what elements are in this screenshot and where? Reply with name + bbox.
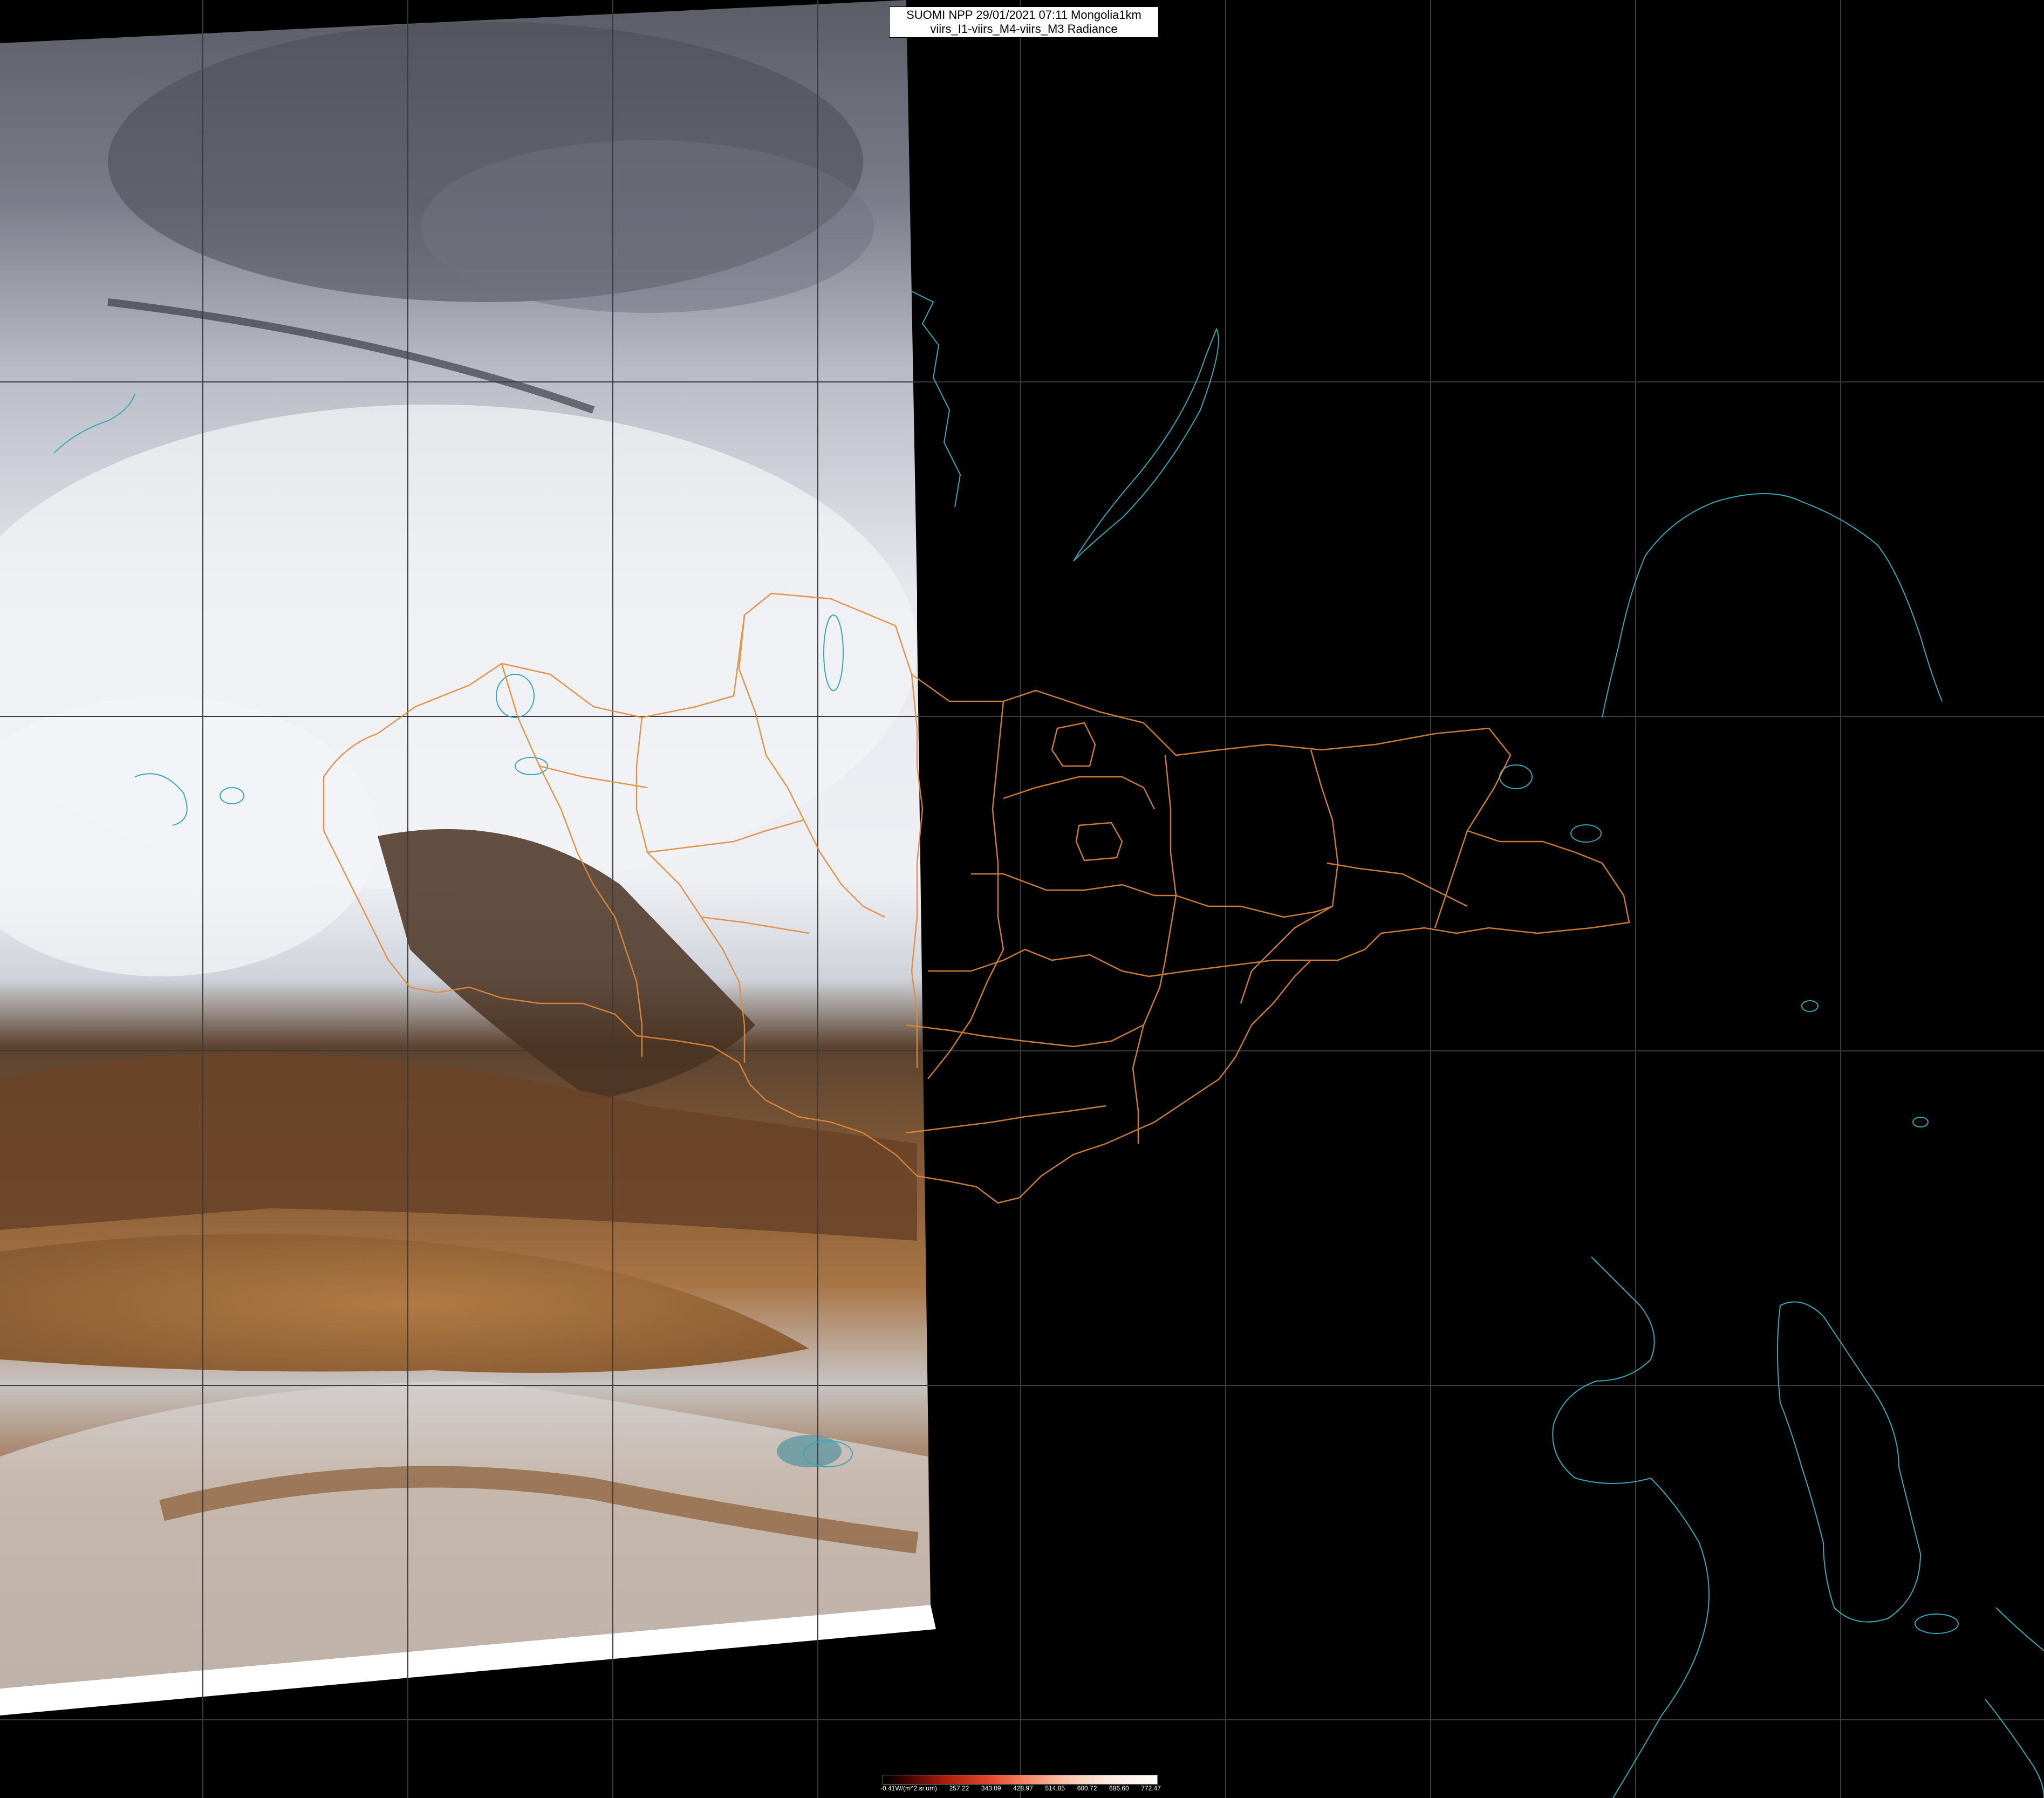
- legend-color-bar: [883, 1775, 1158, 1785]
- radiance-legend: -0.41W/(m^2.sr.um) 257.22 343.09 428.97 …: [880, 1775, 1161, 1796]
- legend-label: 686.60: [1109, 1785, 1129, 1792]
- legend-label: 514.85: [1045, 1785, 1065, 1792]
- legend-label: 257.22: [949, 1785, 969, 1792]
- legend-label: -0.41W/(m^2.sr.um): [880, 1785, 937, 1792]
- legend-labels: -0.41W/(m^2.sr.um) 257.22 343.09 428.97 …: [880, 1785, 1161, 1792]
- title-line-2: viirs_I1-viirs_M4-viirs_M3 Radiance: [930, 22, 1118, 36]
- legend-label: 428.97: [1013, 1785, 1033, 1792]
- satellite-map: [0, 0, 2044, 1798]
- legend-label: 343.09: [981, 1785, 1001, 1792]
- legend-label: 600.72: [1077, 1785, 1097, 1792]
- imagery-swath: [0, 0, 936, 1715]
- map-title: SUOMI NPP 29/01/2021 07:11 Mongolia1km v…: [889, 6, 1159, 38]
- legend-label: 772.47: [1141, 1785, 1161, 1792]
- title-line-1: SUOMI NPP 29/01/2021 07:11 Mongolia1km: [906, 8, 1141, 22]
